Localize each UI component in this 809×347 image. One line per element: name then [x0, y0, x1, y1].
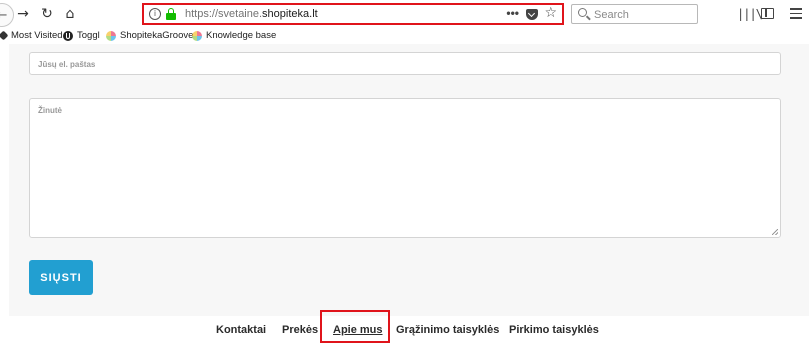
pocket-icon[interactable]: [526, 9, 538, 20]
bookmark-label: Knowledge base: [206, 30, 277, 41]
search-input[interactable]: Search: [571, 4, 698, 24]
info-icon[interactable]: i: [149, 8, 161, 20]
footer-link-kontaktai[interactable]: Kontaktai: [216, 324, 266, 336]
message-placeholder: Žinutė: [38, 106, 62, 115]
highlight-box: [320, 310, 390, 343]
bookmark-knowledge-base[interactable]: Knowledge base: [192, 30, 276, 41]
url-bar[interactable]: i https://svetaine.shopiteka.lt ••• ☆: [142, 3, 564, 25]
back-button[interactable]: ←: [0, 3, 14, 27]
library-icon[interactable]: |||\: [737, 7, 763, 21]
sidebar-icon[interactable]: [761, 8, 774, 19]
footer-link-pirkimo-taisykles[interactable]: Pirkimo taisyklės: [509, 324, 599, 336]
reload-button[interactable]: ↻: [37, 4, 57, 24]
email-field[interactable]: Jūsų el. paštas: [29, 52, 781, 75]
lock-icon[interactable]: [166, 8, 176, 20]
url-text[interactable]: https://svetaine.shopiteka.lt: [185, 8, 318, 20]
arrow-right-icon: →: [17, 6, 29, 22]
bookmark-label: Most Visited: [11, 30, 63, 41]
footer-link-prekes[interactable]: Prekės: [282, 324, 318, 336]
reload-icon: ↻: [41, 6, 53, 22]
email-placeholder: Jūsų el. paštas: [38, 60, 96, 69]
home-button[interactable]: ⌂: [60, 4, 80, 24]
gear-icon: [0, 30, 9, 41]
bookmark-star-icon[interactable]: ☆: [544, 5, 557, 21]
footer-nav: Kontaktai Prekės Apie mus Grąžinimo tais…: [0, 316, 809, 347]
url-domain: shopiteka.lt: [262, 8, 318, 20]
bookmark-label: Toggl: [77, 30, 100, 41]
home-icon: ⌂: [65, 6, 75, 22]
toggl-icon: [63, 30, 73, 41]
bookmark-most-visited[interactable]: Most Visited: [0, 30, 63, 41]
bookmarks-bar: Most Visited Toggl ShopitekaGroove Knowl…: [0, 28, 809, 44]
bookmark-toggl[interactable]: Toggl: [63, 30, 100, 41]
arrow-left-icon: ←: [0, 7, 8, 23]
bookmark-label: ShopitekaGroove: [120, 30, 194, 41]
page-actions-button[interactable]: •••: [506, 6, 519, 20]
send-button[interactable]: SIŲSTI: [29, 260, 93, 295]
resize-grip-icon[interactable]: [772, 229, 778, 235]
favicon-icon: [192, 30, 202, 41]
forward-button[interactable]: →: [13, 4, 33, 24]
browser-toolbar: ← → ↻ ⌂ i https://svetaine.shopiteka.lt …: [0, 0, 809, 28]
bookmark-shopitekagroove[interactable]: ShopitekaGroove: [106, 30, 193, 41]
url-prefix: https://svetaine.: [185, 8, 263, 20]
favicon-icon: [106, 30, 116, 41]
search-icon: [578, 8, 587, 17]
footer-link-grazinimo-taisykles[interactable]: Grąžinimo taisyklės: [396, 324, 499, 336]
hamburger-menu-icon[interactable]: [790, 8, 802, 19]
search-placeholder: Search: [594, 9, 629, 21]
message-field[interactable]: Žinutė: [29, 98, 781, 238]
